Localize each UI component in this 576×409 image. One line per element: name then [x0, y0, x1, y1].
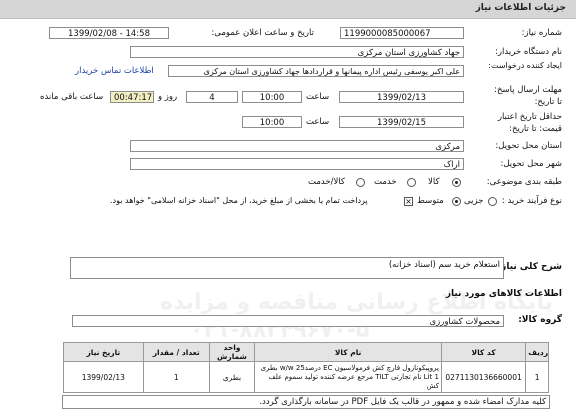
col-item-name: نام کالا	[254, 342, 442, 362]
remaining-time-field: 00:47:17	[110, 91, 154, 103]
col-item-code: کد کالا	[440, 342, 527, 362]
validity-time-field: 10:00	[242, 116, 302, 128]
category-label: طبقه بندی موضوعی:	[486, 177, 562, 187]
days-field: 4	[186, 91, 238, 103]
announce-date-field: 1399/02/08 - 14:58	[49, 27, 169, 39]
days-label: روز و	[158, 92, 178, 102]
need-number-field: 1199000085000067	[340, 27, 464, 39]
treasury-note: پرداخت تمام یا بخشی از مبلغ خرید، از محل…	[110, 196, 368, 205]
buyer-org-label: نام دستگاه خریدار:	[495, 47, 562, 57]
category-goods-service-radio[interactable]	[356, 178, 365, 187]
announce-date-label: تاریخ و ساعت اعلان عمومی:	[211, 28, 314, 38]
cell-item-code: 0271130136660001	[440, 361, 527, 393]
goods-table-header: تاریخ نیاز تعداد / مقدار واحد شمارش نام …	[63, 342, 549, 362]
creator-field: علی اکبر یوسفی رئیس اداره پیمانها و قرار…	[168, 65, 464, 77]
creator-label: ایجاد کننده درخواست:	[488, 61, 562, 70]
treasury-checkbox[interactable]: ×	[404, 197, 413, 206]
category-goods-radio[interactable]	[452, 178, 461, 187]
category-goods-service-label: کالا/خدمت	[308, 177, 345, 187]
validity-time-label: ساعت	[306, 117, 330, 127]
province-label: استان محل تحویل:	[495, 141, 562, 151]
process-medium-label: متوسط	[417, 196, 444, 206]
buyer-org-field: جهاد کشاورزی استان مرکزی	[130, 46, 464, 58]
reply-time-label: ساعت	[306, 92, 330, 102]
category-service-radio[interactable]	[407, 178, 416, 187]
cell-row: 1	[525, 361, 549, 393]
process-medium-radio[interactable]	[452, 197, 461, 206]
validity-date-field: 1399/02/15	[339, 116, 464, 128]
reply-deadline-label: مهلت ارسال پاسخ:	[494, 85, 562, 95]
summary-label: شرح کلی نیاز:	[497, 262, 562, 272]
table-row: 1399/02/13 1 بطری پروپیکونازول قارچ کش ف…	[63, 361, 549, 393]
price-validity-label: حداقل تاریخ اعتبار	[497, 112, 562, 122]
cell-item-name: پروپیکونازول قارچ کش فرمولاسیون EC درصد2…	[254, 361, 442, 393]
page-title: جزئیات اطلاعات نیاز	[475, 3, 566, 13]
price-validity-label2: قیمت: تا تاریخ:	[509, 124, 562, 134]
goods-group-field: محصولات کشاورزی	[72, 315, 504, 327]
remaining-time-label: ساعت باقی مانده	[40, 92, 104, 102]
reply-time-field: 10:00	[242, 91, 302, 103]
col-need-date: تاریخ نیاز	[63, 342, 144, 362]
page-header: جزئیات اطلاعات نیاز	[0, 0, 576, 19]
reply-deadline-label2: تا تاریخ:	[534, 97, 562, 107]
city-field: اراک	[130, 158, 464, 170]
cell-unit: بطری	[208, 361, 256, 393]
category-service-label: خدمت	[374, 177, 397, 187]
col-unit: واحد شمارش	[208, 342, 256, 362]
summary-field: استعلام خرید سم (اسناد خزانه)	[70, 257, 504, 279]
buyer-contact-link[interactable]: اطلاعات تماس خریدار	[75, 65, 154, 77]
province-field: مرکزی	[130, 140, 464, 152]
goods-group-label: گروه کالا:	[518, 315, 562, 325]
cell-need-date: 1399/02/13	[63, 361, 144, 393]
reply-date-field: 1399/02/13	[339, 91, 464, 103]
col-quantity: تعداد / مقدار	[142, 342, 210, 362]
city-label: شهر محل تحویل:	[500, 159, 562, 169]
col-row: ردیف	[525, 342, 549, 362]
goods-table: تاریخ نیاز تعداد / مقدار واحد شمارش نام …	[63, 342, 549, 393]
goods-section-title: اطلاعات کالاهای مورد نیاز	[445, 289, 562, 299]
category-goods-label: کالا	[428, 177, 440, 187]
cell-quantity: 1	[142, 361, 210, 393]
process-type-label: نوع فرآیند خرید :	[501, 196, 562, 206]
process-small-radio[interactable]	[488, 197, 497, 206]
need-number-label: شماره نیاز:	[521, 28, 562, 38]
process-small-label: جزیی	[464, 196, 484, 206]
